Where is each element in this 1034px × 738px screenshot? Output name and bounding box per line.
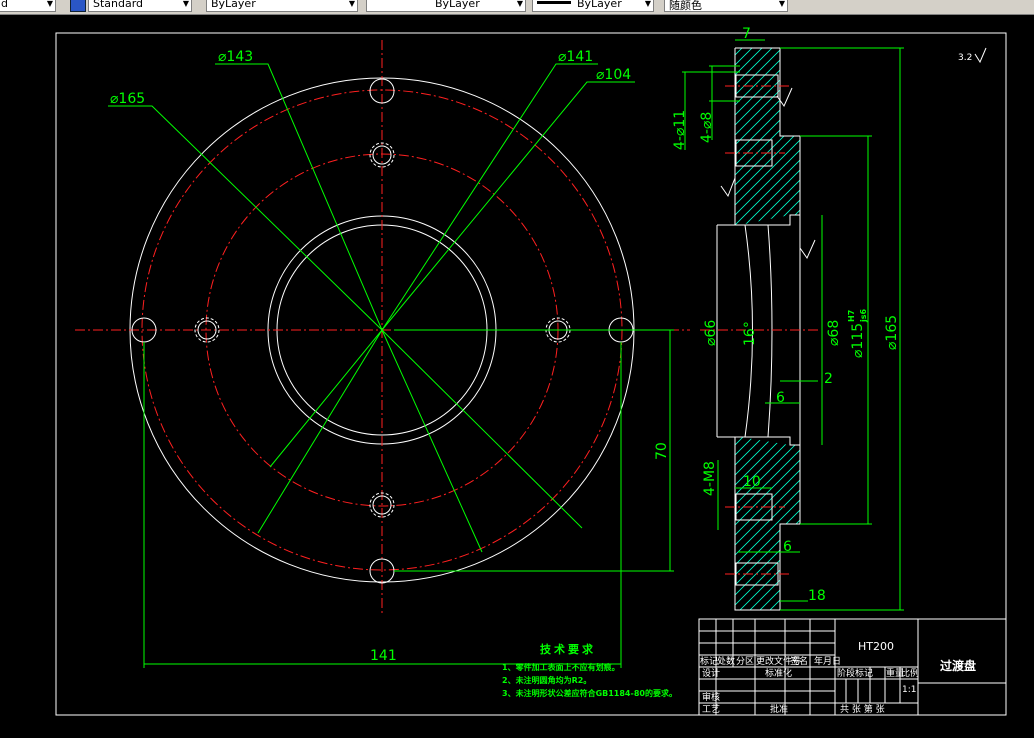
tb-pizhun: 批准	[770, 703, 788, 715]
technical-notes: 技术要求 1、零件加工表面上不应有划痕。 2、未注明圆角均为R2。 3、未注明形…	[502, 642, 677, 698]
tb-jieduan: 阶段标记	[837, 667, 873, 679]
plotstyle-combo[interactable]: 随颜色 ▼	[664, 0, 788, 12]
leader-d141	[257, 63, 598, 534]
lineweight-combo-value: ByLayer	[577, 0, 622, 10]
lineweight-sample	[537, 1, 571, 4]
dim-d115: ⌀115	[850, 323, 866, 358]
tb-shenhe: 审核	[702, 691, 720, 703]
notes-line-1: 1、零件加工表面上不应有划痕。	[502, 662, 620, 672]
lineweight-combo[interactable]: ByLayer ▼	[532, 0, 654, 12]
section-view: 7 4-⌀11 4-⌀8 ⌀66 16° ⌀68 ⌀115 H7 js6 ⌀16…	[672, 26, 987, 611]
dim-4d11: 4-⌀11	[672, 110, 688, 150]
notes-line-2: 2、未注明圆角均为R2。	[502, 675, 591, 685]
tb-gong: 共 张 第 张	[840, 703, 885, 715]
workspace-combo[interactable]: d ▼	[0, 0, 56, 12]
tb-chushu: 处数	[717, 655, 735, 667]
dim-d165-section: ⌀165	[884, 315, 900, 350]
chevron-down-icon: ▼	[778, 0, 785, 8]
part-name: 过渡盘	[940, 658, 976, 673]
tb-sheji: 设计	[702, 667, 720, 679]
chevron-down-icon: ▼	[348, 0, 355, 8]
roughness-corner-symbol	[974, 47, 987, 64]
taper-curve-2	[767, 224, 773, 438]
chevron-down-icon: ▼	[644, 0, 651, 8]
dimstyle-combo[interactable]: Standard ▼	[88, 0, 192, 12]
sheet-frame	[55, 32, 1007, 716]
layer-combo[interactable]: ByLayer ▼	[206, 0, 358, 12]
chevron-down-icon: ▼	[516, 0, 523, 8]
roughness-symbol-3	[799, 239, 816, 260]
dim-fit-h7: H7	[847, 310, 856, 322]
chevron-down-icon: ▼	[182, 0, 189, 8]
drawing-canvas[interactable]: ⌀143 ⌀141 ⌀104 ⌀165 141 70 7 4-⌀11 4-⌀8 …	[0, 14, 1034, 734]
dim-10: 10	[743, 474, 761, 490]
tb-fenqu: 分区	[736, 656, 754, 667]
dim-d165-front: ⌀165	[110, 91, 145, 107]
dim-d68: ⌀68	[826, 320, 842, 346]
tb-scale: 1:1	[902, 685, 916, 695]
dim-4m8: 4-M8	[702, 461, 718, 496]
workspace-combo-value: d	[1, 0, 8, 10]
roughness-symbol-2	[720, 177, 736, 198]
material: HT200	[858, 640, 894, 653]
dim-4d8: 4-⌀8	[699, 112, 715, 143]
dimstyle-combo-value: Standard	[93, 0, 144, 10]
dim-16deg: 16°	[742, 321, 758, 346]
tb-qianming: 签名	[790, 655, 808, 667]
dim-141: 141	[370, 648, 397, 664]
plotstyle-combo-value: 随颜色	[669, 0, 702, 12]
tb-riqi: 年月日	[814, 655, 841, 667]
front-view: ⌀143 ⌀141 ⌀104 ⌀165 141 70	[75, 40, 690, 668]
tb-gongyi: 工艺	[702, 704, 720, 715]
dim-fit-js6: js6	[859, 308, 868, 323]
roughness-note: 3.2	[958, 53, 972, 63]
toolbar: d ▼ Standard ▼ ByLayer ▼ ByLayer ▼ ByLayer ▼ …	[0, 0, 1034, 15]
dimstyle-icon[interactable]	[70, 0, 86, 12]
dim-d104: ⌀104	[596, 67, 631, 83]
linetype-combo[interactable]: ByLayer ▼	[366, 0, 526, 12]
dim-70: 70	[654, 442, 670, 460]
notes-line-3: 3、未注明形状公差应符合GB1184-80的要求。	[502, 688, 677, 698]
title-block: HT200 过渡盘 标记 处数 分区 更改文件号 签名 年月日 设计 标准化 阶…	[698, 618, 1007, 716]
dim-d141-front: ⌀141	[558, 49, 593, 65]
tb-bili: 比例	[901, 667, 919, 679]
leader-d143	[215, 63, 483, 553]
tb-biaozhunhua: 标准化	[765, 667, 792, 679]
tb-biaoji: 标记	[700, 655, 718, 667]
dim-18: 18	[808, 588, 826, 604]
leader-d165	[108, 105, 583, 529]
layer-combo-value: ByLayer	[211, 0, 256, 10]
dim-6a: 6	[776, 390, 785, 406]
linetype-combo-value: ByLayer	[435, 0, 480, 10]
dim-6b: 6	[783, 539, 792, 555]
dim-7: 7	[742, 26, 751, 42]
chevron-down-icon: ▼	[46, 0, 53, 8]
notes-title: 技术要求	[540, 642, 596, 656]
dim-d143: ⌀143	[218, 49, 253, 65]
dim-d66: ⌀66	[703, 320, 719, 346]
dim-2: 2	[824, 371, 833, 387]
